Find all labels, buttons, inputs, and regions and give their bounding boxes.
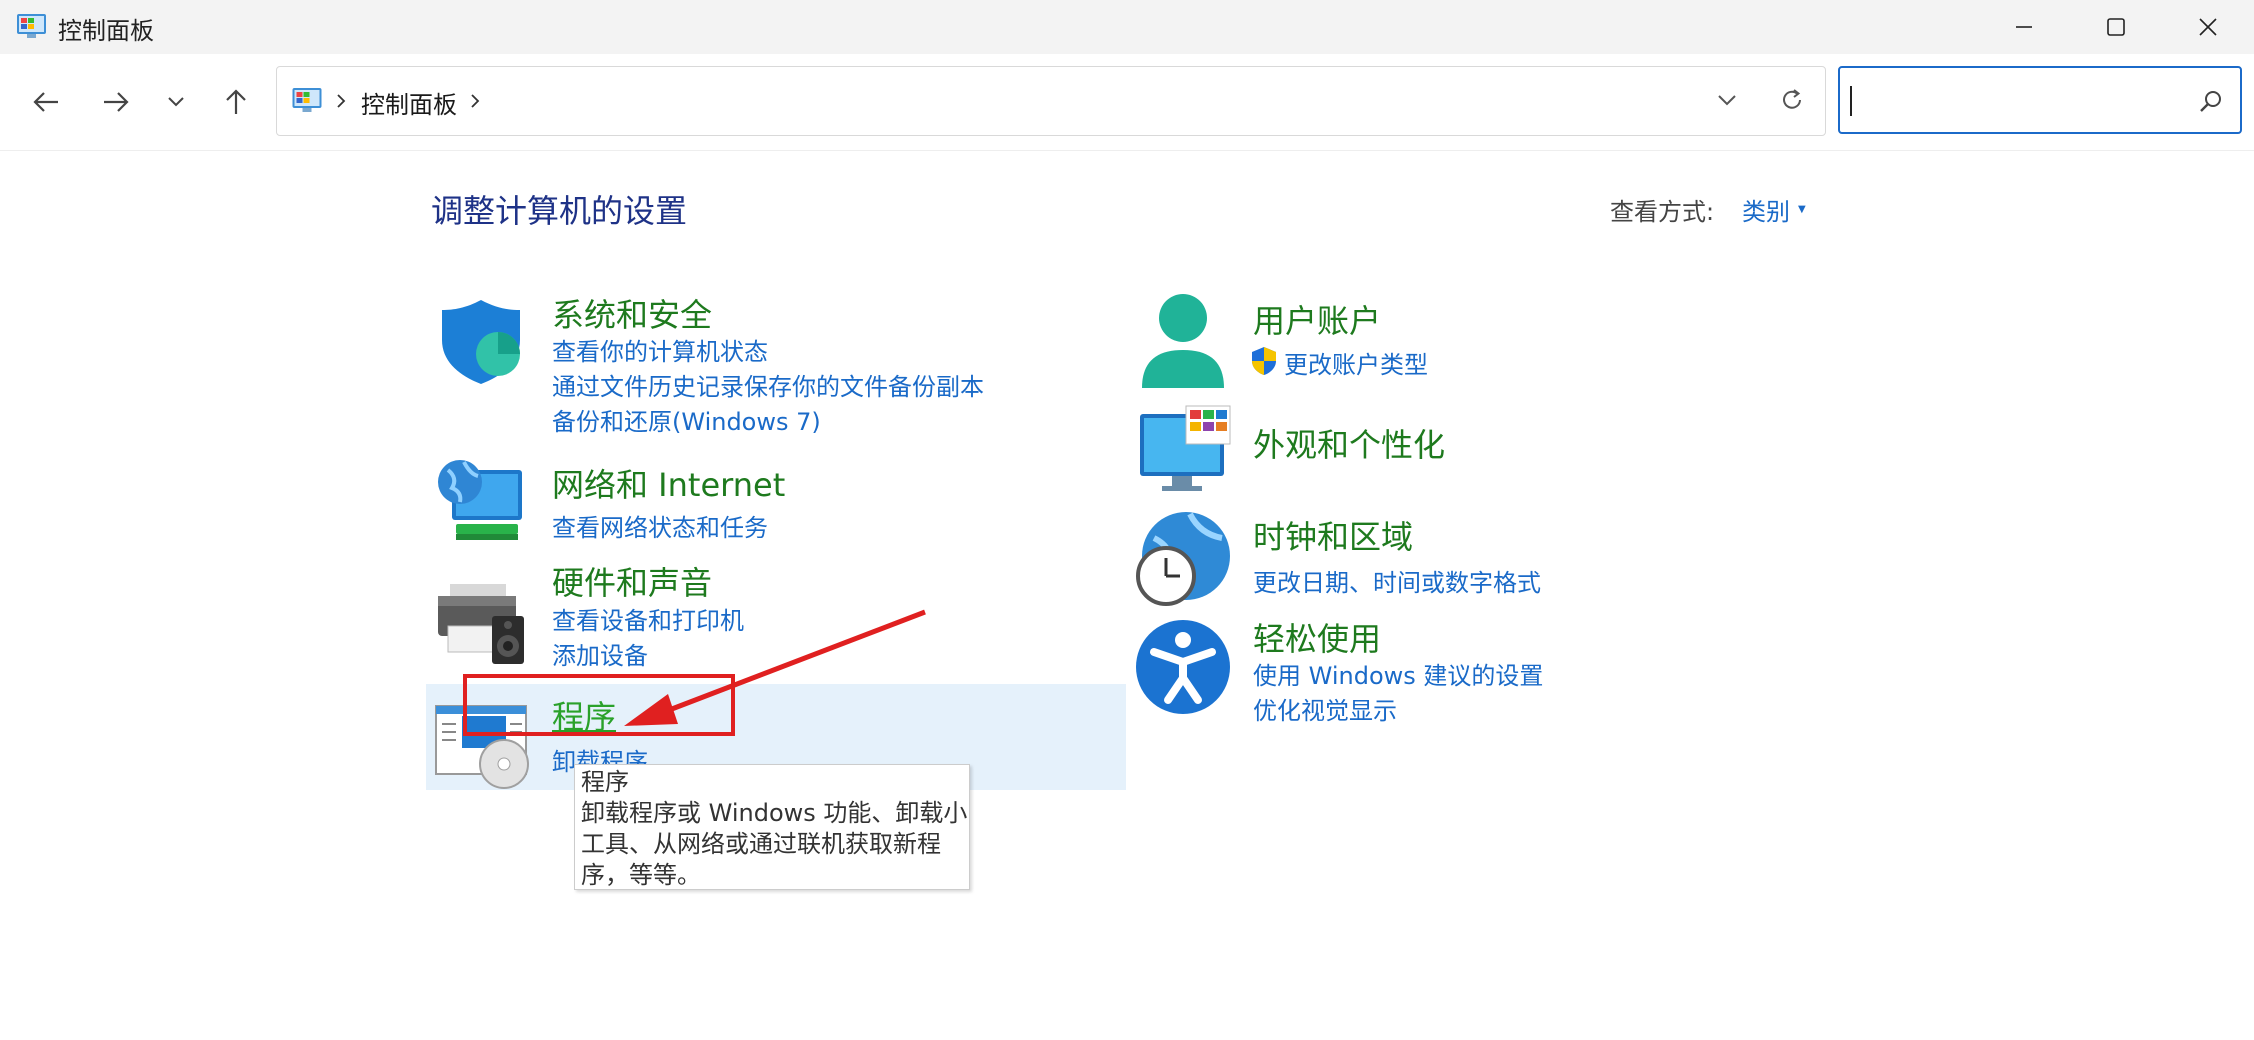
link-view-network-status[interactable]: 查看网络状态和任务 (552, 508, 768, 543)
link-windows-recommended-settings[interactable]: 使用 Windows 建议的设置 (1253, 656, 1543, 691)
shield-icon[interactable] (436, 296, 526, 386)
search-icon[interactable] (2198, 88, 2224, 114)
breadcrumb-control-panel[interactable]: 控制面板 (361, 85, 457, 120)
back-button[interactable] (26, 82, 66, 122)
network-globe-monitor-icon[interactable] (434, 456, 526, 548)
maximize-icon (2107, 18, 2125, 36)
link-view-computer-status[interactable]: 查看你的计算机状态 (552, 332, 768, 367)
control-panel-icon (292, 88, 322, 112)
category-appearance-personalization[interactable]: 外观和个性化 (1253, 420, 1445, 466)
recent-locations-button[interactable] (156, 82, 196, 122)
breadcrumb-chevron-icon[interactable] (335, 93, 347, 109)
close-button[interactable] (2162, 0, 2254, 54)
forward-button[interactable] (96, 82, 136, 122)
page-heading: 调整计算机的设置 (431, 192, 688, 230)
minimize-button[interactable] (1978, 0, 2070, 54)
forward-arrow-icon (104, 92, 129, 112)
category-network-internet[interactable]: 网络和 Internet (552, 460, 785, 506)
category-clock-region[interactable]: 时钟和区域 (1253, 512, 1413, 558)
link-backup-restore-win7[interactable]: 备份和还原(Windows 7) (552, 402, 821, 437)
refresh-icon[interactable] (1779, 87, 1805, 113)
search-input[interactable] (1838, 66, 2242, 134)
window-title: 控制面板 (58, 17, 154, 45)
link-change-account-type[interactable]: 更改账户类型 (1284, 345, 1428, 380)
category-hardware-sound[interactable]: 硬件和声音 (552, 558, 712, 604)
close-icon (2199, 18, 2217, 36)
link-view-devices-printers[interactable]: 查看设备和打印机 (552, 601, 744, 636)
breadcrumb-chevron-icon[interactable] (469, 93, 481, 109)
navigation-bar: 控制面板 (0, 54, 2254, 151)
category-system-security[interactable]: 系统和安全 (552, 290, 712, 336)
clock-globe-icon[interactable] (1134, 508, 1232, 608)
appearance-monitor-icon[interactable] (1138, 404, 1232, 496)
link-file-history-backup[interactable]: 通过文件历史记录保存你的文件备份副本 (552, 367, 984, 402)
link-add-device[interactable]: 添加设备 (552, 636, 648, 671)
highlight-box (463, 674, 735, 736)
minimize-icon (2016, 26, 2032, 28)
up-button[interactable] (216, 82, 256, 122)
back-arrow-icon (33, 92, 58, 112)
link-change-date-time-format[interactable]: 更改日期、时间或数字格式 (1253, 563, 1541, 598)
uac-shield-icon (1252, 347, 1276, 375)
maximize-button[interactable] (2070, 0, 2162, 54)
category-user-accounts[interactable]: 用户账户 (1253, 296, 1381, 342)
text-caret (1850, 86, 1852, 116)
control-panel-icon (17, 14, 46, 38)
tooltip-description: 卸载程序或 Windows 功能、卸载小工具、从网络或通过联机获取新程序，等等。 (581, 799, 968, 889)
programs-tooltip: 程序 卸载程序或 Windows 功能、卸载小工具、从网络或通过联机获取新程序，… (574, 764, 970, 890)
accessibility-icon[interactable] (1134, 618, 1232, 716)
recent-locations-chevron-icon (168, 97, 184, 107)
view-by-label: 查看方式: (1610, 198, 1715, 226)
annotation-arrow-icon (624, 609, 926, 726)
user-icon[interactable] (1136, 292, 1230, 392)
up-arrow-icon (226, 89, 246, 114)
link-optimize-visual-display[interactable]: 优化视觉显示 (1253, 691, 1397, 726)
printer-speaker-icon[interactable] (436, 578, 528, 666)
view-by-dropdown-arrow-icon[interactable]: ▼ (1798, 204, 1806, 215)
address-dropdown-icon[interactable] (1716, 93, 1738, 107)
address-bar[interactable]: 控制面板 (276, 66, 1826, 136)
category-ease-of-access[interactable]: 轻松使用 (1253, 614, 1381, 660)
tooltip-title: 程序 (581, 768, 629, 796)
title-bar: 控制面板 (0, 0, 2254, 54)
view-by-dropdown[interactable]: 类别 (1742, 192, 1790, 227)
